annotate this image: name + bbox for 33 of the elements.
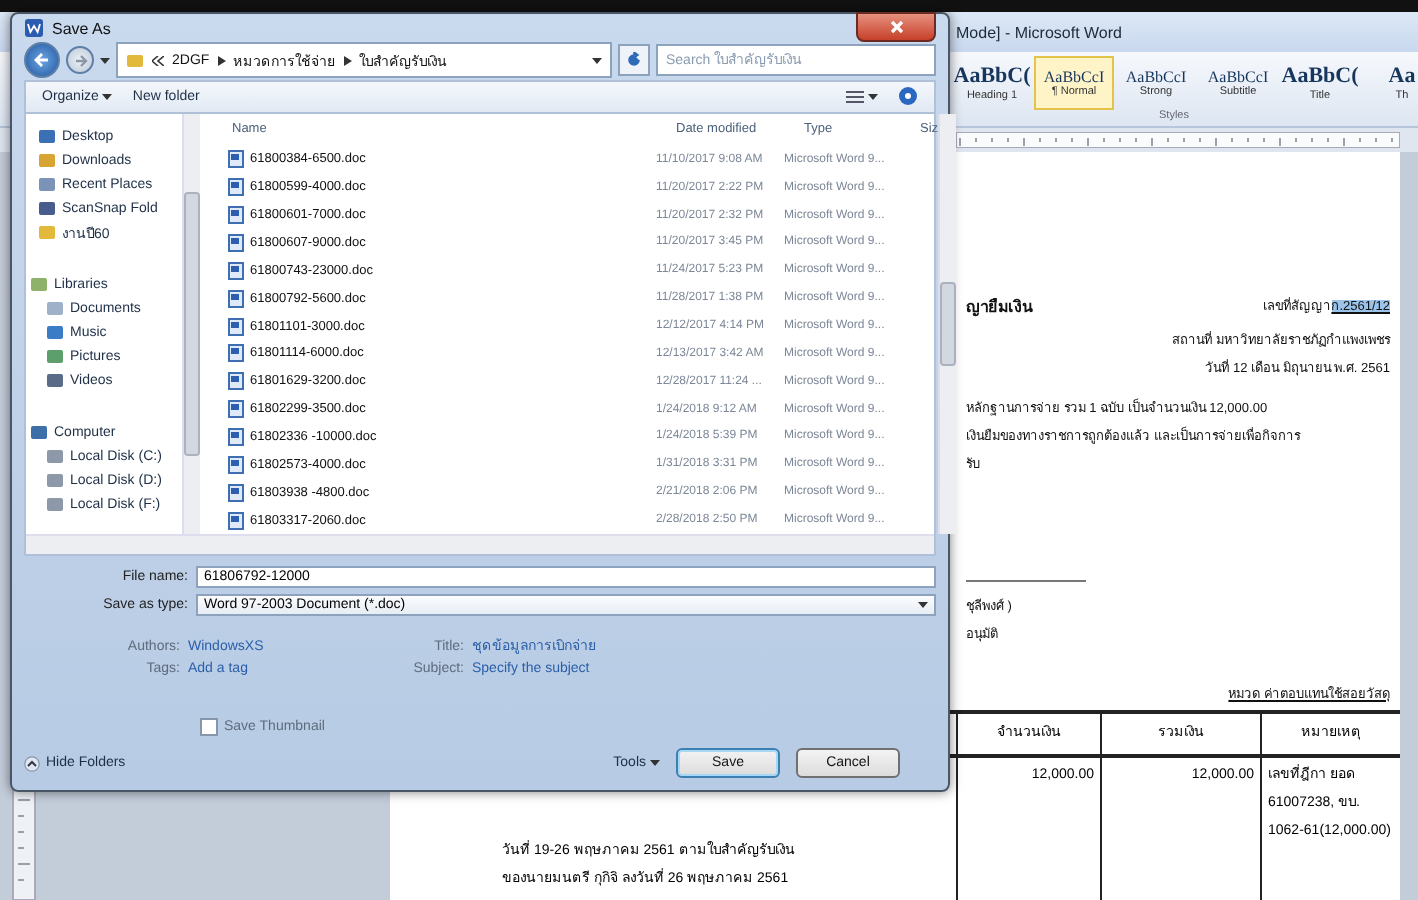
scrollbar[interactable] xyxy=(182,114,200,534)
caret-icon xyxy=(868,93,878,100)
style-sample: AaBbCcI xyxy=(1125,67,1187,86)
caret-icon xyxy=(918,601,928,607)
caret-icon xyxy=(592,57,602,64)
caret-icon xyxy=(650,760,660,766)
chevron-up-icon xyxy=(24,755,40,771)
forward-arrow-icon xyxy=(73,53,87,68)
word-icon xyxy=(24,18,44,38)
window-title: Mode] - Microsoft Word xyxy=(956,23,1122,41)
back-button[interactable] xyxy=(24,42,60,79)
style-sample: AaBbC( xyxy=(1281,63,1359,90)
view-button[interactable] xyxy=(846,89,878,104)
style-sample: AaBbCcI xyxy=(1207,67,1269,86)
chevron-icon xyxy=(217,55,226,66)
style-sample: AaBbC( xyxy=(953,63,1031,90)
caret-icon xyxy=(102,93,113,100)
scrollbar[interactable] xyxy=(938,114,957,534)
forward-button[interactable] xyxy=(66,46,94,75)
view-icon xyxy=(846,89,864,104)
help-icon[interactable] xyxy=(898,86,918,107)
scrollbar[interactable] xyxy=(26,534,934,554)
chevron-icon xyxy=(343,55,352,66)
document-heading: ญายืมเงิน xyxy=(966,295,1032,319)
dialog-title: Save As xyxy=(52,19,113,37)
style-sample: Aa xyxy=(1388,63,1416,90)
double-chevron-icon xyxy=(152,55,164,66)
caret-icon xyxy=(100,57,110,64)
back-arrow-icon xyxy=(34,52,50,69)
refresh-button[interactable] xyxy=(618,44,650,77)
close-icon xyxy=(889,20,903,34)
close-button[interactable] xyxy=(856,12,936,42)
style-sample: AaBbCcI xyxy=(1043,67,1105,86)
